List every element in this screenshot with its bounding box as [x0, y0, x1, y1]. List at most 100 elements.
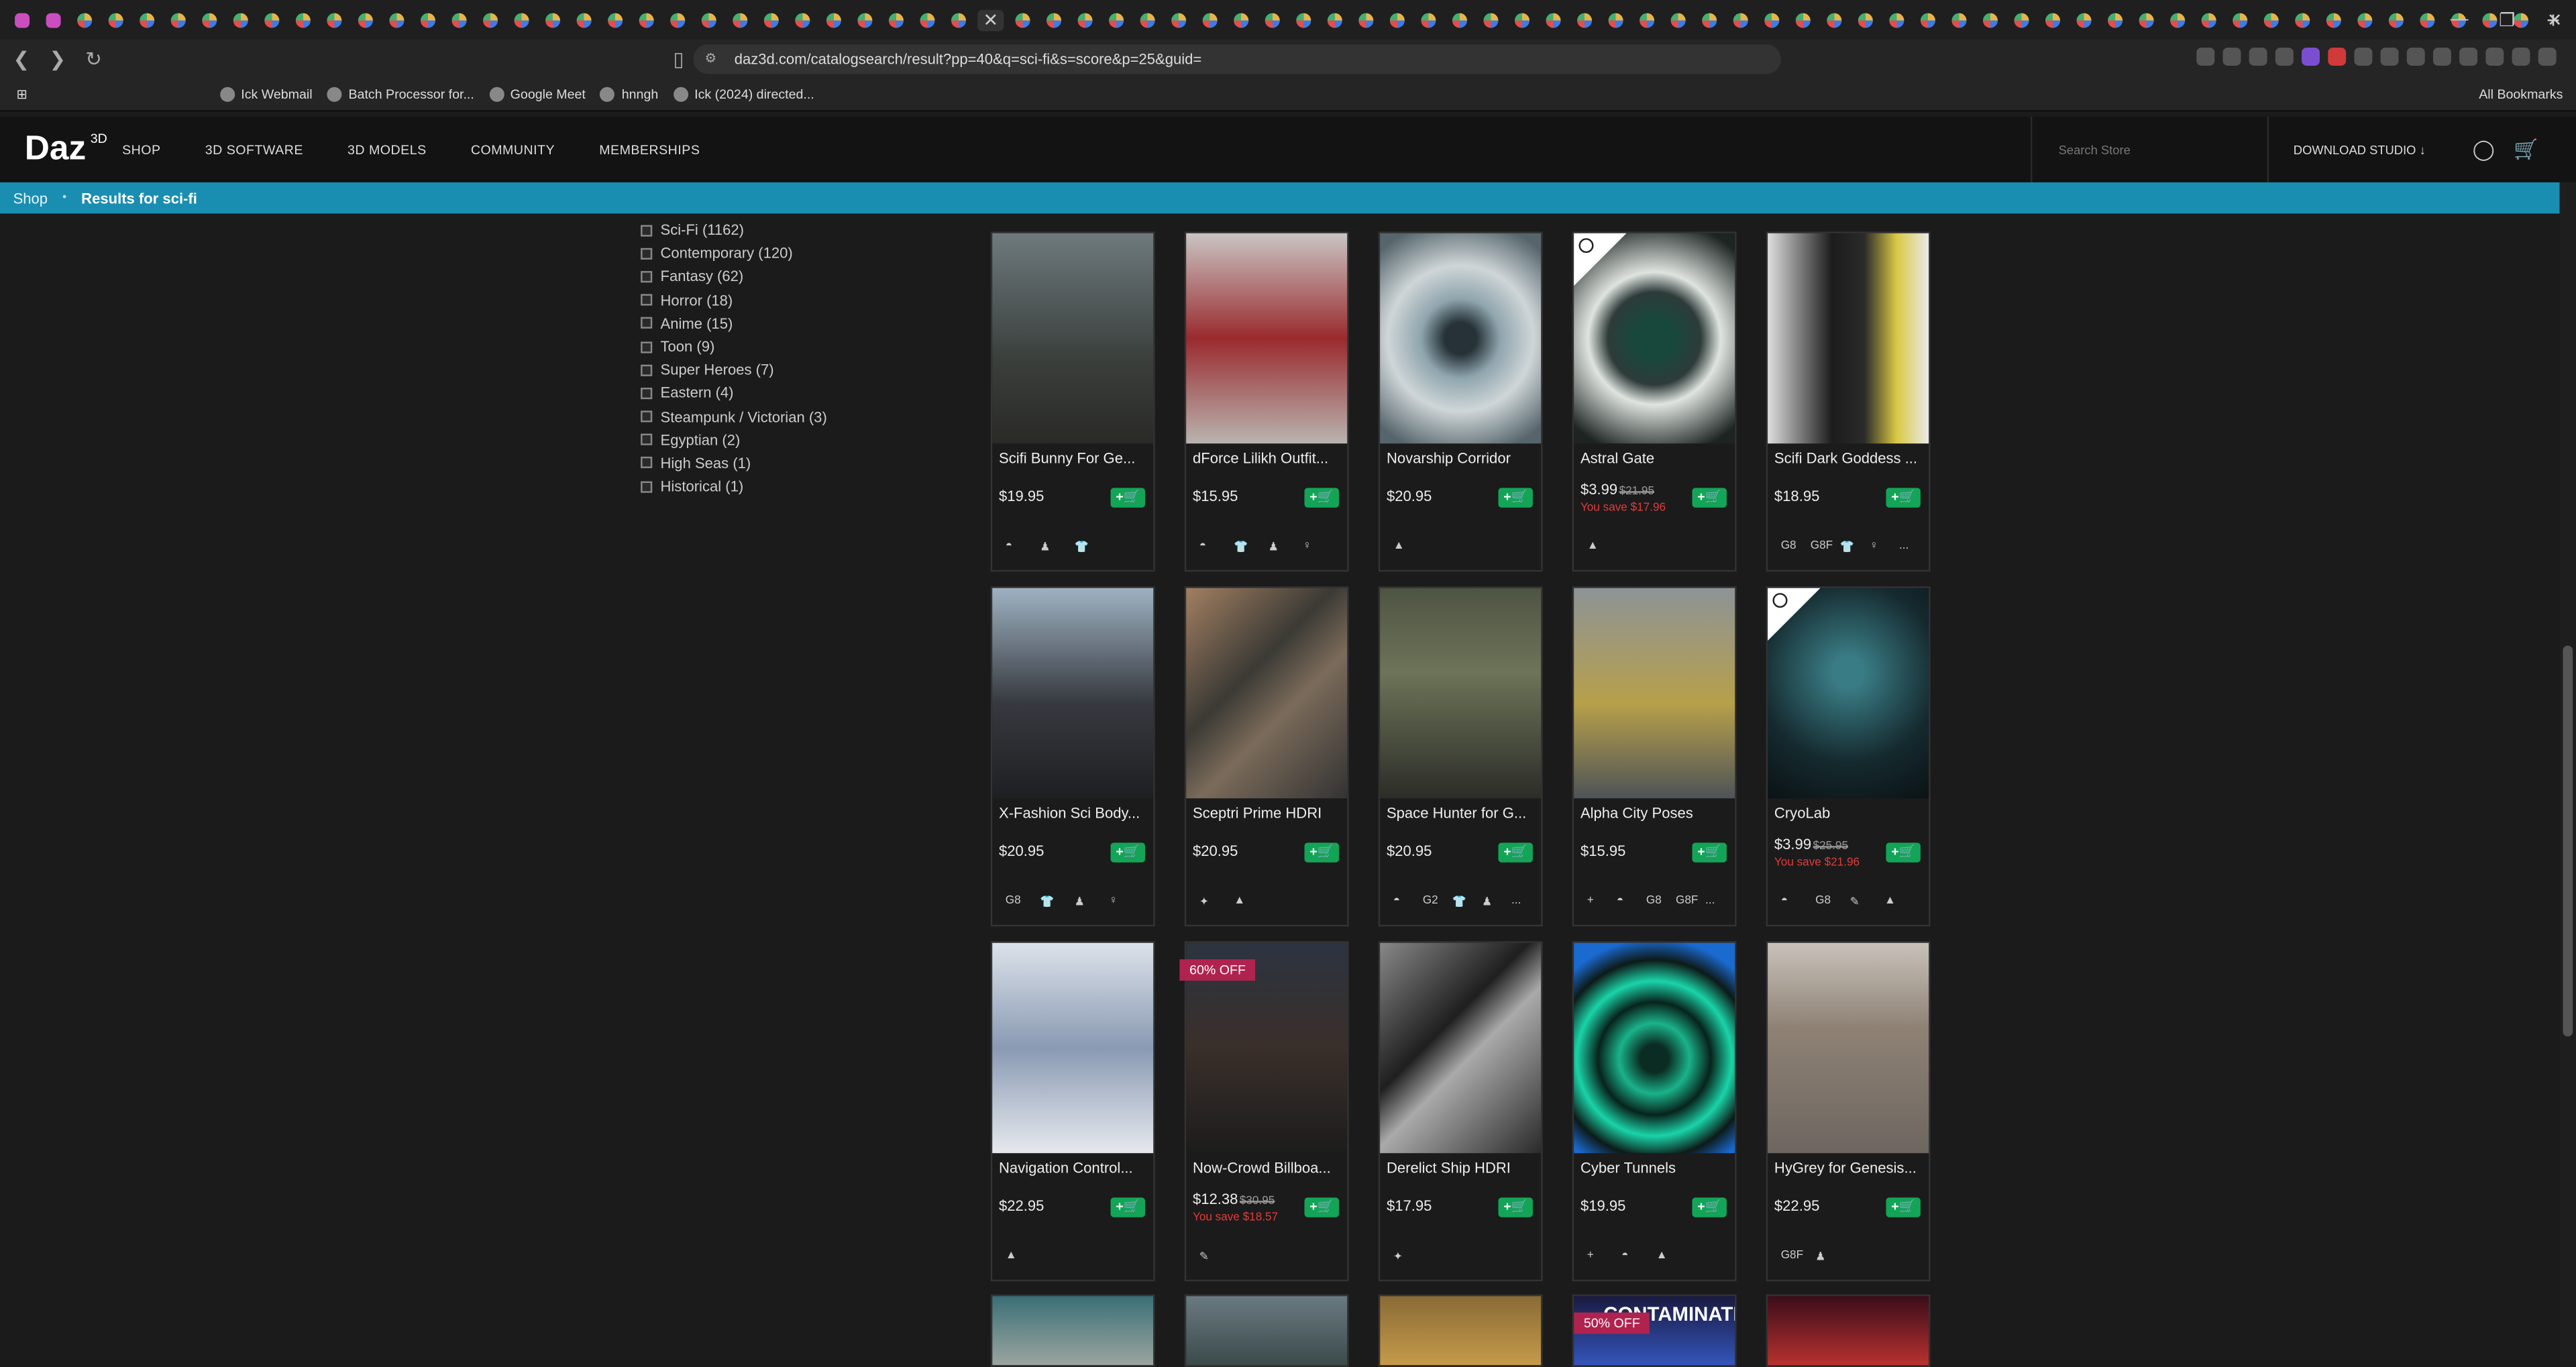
- product-name[interactable]: CryoLab: [1774, 805, 1925, 821]
- compatibility-icon[interactable]: G8: [1815, 895, 1849, 907]
- compatibility-icon[interactable]: ✦: [1393, 1249, 1428, 1262]
- genre-filter-option[interactable]: High Seas (1): [641, 451, 827, 475]
- browser-tab[interactable]: [1011, 8, 1034, 31]
- reload-icon[interactable]: ↻: [79, 48, 109, 70]
- compatibility-icon[interactable]: G8: [1646, 895, 1676, 907]
- browser-tab[interactable]: [1979, 8, 2002, 31]
- compatibility-icon[interactable]: ♀: [1109, 895, 1143, 907]
- bookmark-item[interactable]: hnngh: [600, 87, 658, 102]
- product-thumbnail[interactable]: [1380, 942, 1542, 1154]
- product-thumbnail[interactable]: [1186, 588, 1348, 799]
- close-tab-icon[interactable]: ✕: [977, 9, 1004, 31]
- product-card[interactable]: Sceptri Prime HDRI $20.95 +🛒 ✦ ▲: [1184, 586, 1349, 927]
- genre-filter-option[interactable]: Horror (18): [641, 288, 827, 312]
- product-name[interactable]: Scifi Bunny For Ge...: [999, 450, 1150, 466]
- add-to-cart-button[interactable]: +🛒: [1304, 842, 1339, 863]
- restore-icon[interactable]: ❐: [2482, 0, 2531, 40]
- compatibility-icon[interactable]: ✦: [1199, 894, 1234, 908]
- browser-tab[interactable]: [1167, 8, 1190, 31]
- compatibility-icon[interactable]: ▲: [1393, 541, 1428, 552]
- browser-tab[interactable]: [11, 8, 34, 31]
- add-to-cart-button[interactable]: +🛒: [1498, 488, 1533, 508]
- browser-tab[interactable]: [105, 8, 127, 31]
- compatibility-icon[interactable]: G2: [1423, 895, 1452, 907]
- browser-tab[interactable]: [385, 8, 408, 31]
- compatibility-icon[interactable]: ◓: [1617, 895, 1646, 907]
- cart-icon[interactable]: 🛒: [2514, 138, 2538, 161]
- compatibility-icon[interactable]: G8F: [1781, 1250, 1815, 1262]
- bookmark-item[interactable]: Ick (2024) directed...: [673, 87, 814, 102]
- browser-tab[interactable]: [916, 8, 938, 31]
- compatibility-icon[interactable]: G8: [1006, 895, 1040, 907]
- compatibility-icon[interactable]: ▲: [1587, 541, 1621, 552]
- browser-tab[interactable]: [1885, 8, 1908, 31]
- nav-item-3d-models[interactable]: 3D MODELS: [347, 142, 427, 157]
- genre-filter-option[interactable]: Historical (1): [641, 475, 827, 498]
- product-thumbnail[interactable]: [1768, 233, 1929, 444]
- product-thumbnail[interactable]: [992, 233, 1154, 444]
- wallet-icon[interactable]: [2459, 48, 2478, 66]
- browser-tab[interactable]: [760, 8, 783, 31]
- add-to-cart-button[interactable]: +🛒: [1110, 1197, 1145, 1217]
- filter-checkbox[interactable]: [641, 294, 653, 306]
- daz-logo[interactable]: Daz 3D: [25, 129, 107, 169]
- compatibility-icon[interactable]: 👕: [1452, 894, 1482, 908]
- bookmark-item[interactable]: Google Meet: [488, 87, 586, 102]
- browser-tab[interactable]: [572, 8, 595, 31]
- add-to-cart-button[interactable]: +🛒: [1498, 1197, 1533, 1217]
- compatibility-icon[interactable]: ◓: [1621, 1250, 1656, 1262]
- genre-filter-option[interactable]: Fantasy (62): [641, 265, 827, 288]
- filter-checkbox[interactable]: [641, 317, 653, 329]
- back-icon[interactable]: ❮: [7, 48, 36, 70]
- browser-tab[interactable]: [323, 8, 345, 31]
- extension-icon[interactable]: [2249, 48, 2267, 66]
- browser-tab[interactable]: [1230, 8, 1252, 31]
- site-info-icon[interactable]: ⚙: [705, 51, 717, 66]
- extension-icon[interactable]: [2354, 48, 2373, 66]
- compatibility-icon[interactable]: ...: [1899, 541, 1929, 552]
- browser-tab[interactable]: [2322, 8, 2345, 31]
- browser-tab[interactable]: [354, 8, 377, 31]
- browser-tab[interactable]: [260, 8, 283, 31]
- browser-tab[interactable]: [1199, 8, 1222, 31]
- nav-item-shop[interactable]: SHOP: [122, 142, 161, 157]
- browser-tab[interactable]: [1042, 8, 1065, 31]
- browser-tab[interactable]: [292, 8, 315, 31]
- browser-tab[interactable]: [1479, 8, 1502, 31]
- browser-tab[interactable]: [1635, 8, 1658, 31]
- browser-tab[interactable]: [1511, 8, 1534, 31]
- bookmark-item[interactable]: Batch Processor for...: [327, 87, 474, 102]
- browser-tab[interactable]: [2229, 8, 2251, 31]
- forward-icon[interactable]: ❯: [43, 48, 72, 70]
- add-to-cart-button[interactable]: +🛒: [1304, 1197, 1339, 1217]
- product-card[interactable]: [1378, 1294, 1543, 1367]
- browser-tab[interactable]: [167, 8, 190, 31]
- compatibility-icon[interactable]: G8: [1781, 541, 1811, 552]
- browser-tab[interactable]: [1324, 8, 1346, 31]
- genre-filter-option[interactable]: Eastern (4): [641, 382, 827, 405]
- compatibility-icon[interactable]: 👕: [1040, 894, 1074, 908]
- product-card[interactable]: Cyber Tunnels $19.95 +🛒 + ◓ ▲: [1572, 941, 1737, 1282]
- product-card[interactable]: Scifi Bunny For Ge... $19.95 +🛒 ◓ ♟ 👕: [990, 231, 1155, 572]
- nav-item-memberships[interactable]: MEMBERSHIPS: [599, 142, 700, 157]
- browser-tab[interactable]: [1105, 8, 1128, 31]
- filter-checkbox[interactable]: [641, 248, 653, 260]
- extension-icon[interactable]: [2196, 48, 2215, 66]
- filter-checkbox[interactable]: [641, 387, 653, 399]
- compatibility-icon[interactable]: ▲: [1006, 1250, 1040, 1262]
- vpn-icon[interactable]: [2512, 48, 2530, 66]
- compatibility-icon[interactable]: ◓: [1006, 541, 1040, 552]
- browser-tab[interactable]: [1386, 8, 1409, 31]
- browser-tab[interactable]: [2072, 8, 2095, 31]
- product-thumbnail[interactable]: [992, 588, 1154, 799]
- minimize-icon[interactable]: —: [2434, 0, 2483, 40]
- add-to-cart-button[interactable]: +🛒: [1886, 842, 1921, 863]
- product-card[interactable]: Astral Gate $3.99 $21.95 You save $17.96 +🛒 ▲: [1572, 231, 1737, 572]
- product-name[interactable]: Cyber Tunnels: [1580, 1160, 1731, 1176]
- compatibility-icon[interactable]: 👕: [1075, 539, 1109, 553]
- product-thumbnail[interactable]: [992, 942, 1154, 1154]
- product-card[interactable]: Scifi Dark Goddess ... $18.95 +🛒 G8 G8F 👕 ♀...: [1766, 231, 1931, 572]
- scrollbar[interactable]: [2559, 182, 2576, 1367]
- product-card[interactable]: dForce Lilikh Outfit... $15.95 +🛒 ◓ 👕 ♟ ♀: [1184, 231, 1349, 572]
- product-card[interactable]: [1766, 1294, 1931, 1367]
